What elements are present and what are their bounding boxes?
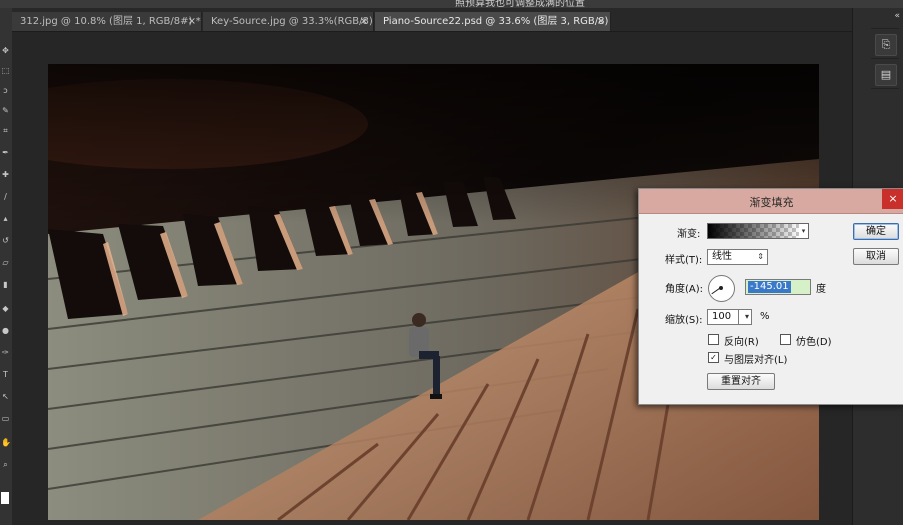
cancel-button[interactable]: 取消 [853,248,899,265]
crop-tool-icon[interactable]: ⌗ [1,126,10,135]
dodge-tool-icon[interactable]: ● [1,326,10,335]
hand-tool-icon[interactable]: ✋ [1,438,11,447]
angle-input[interactable]: -145.01 [745,279,811,295]
chevron-down-icon: ▾ [744,312,749,321]
gradient-fill-dialog: 渐变填充 × 渐变: ▾ 样式(T): 线性 ⇕ 角度(A): -145.01 … [638,188,903,405]
eraser-tool-icon[interactable]: ▱ [1,258,10,267]
pen-tool-icon[interactable]: ✑ [1,348,10,357]
updown-arrows-icon: ⇕ [757,252,764,261]
dialog-titlebar[interactable]: 渐变填充 × [639,189,903,214]
scale-value: 100 [712,311,732,322]
gradient-label: 渐变: [677,229,701,240]
dither-checkbox[interactable] [780,334,791,345]
align-with-layer-checkbox[interactable]: ✓ [708,352,719,363]
divider [871,58,899,59]
reset-align-button[interactable]: 重置对齐 [707,373,775,390]
brush-tool-icon[interactable]: ∕ [1,192,10,201]
divider [871,88,899,89]
healing-tool-icon[interactable]: ✚ [1,170,10,179]
scale-unit: % [760,311,770,322]
close-tab-icon[interactable]: × [360,12,368,31]
scale-dropdown[interactable]: ▾ [738,309,752,325]
window-titlebar: 照预算我也可调整成满的位置 [0,0,903,8]
ok-button[interactable]: 确定 [853,223,899,240]
dialog-title: 渐变填充 [749,196,794,209]
type-tool-icon[interactable]: T [1,370,10,379]
properties-panel-icon[interactable]: ▤ [875,64,897,86]
history-panel-icon[interactable]: ⎘ [875,34,897,56]
eyedropper-tool-icon[interactable]: ✒ [1,148,10,157]
tab-label: Piano-Source22.psd @ 33.6% (图层 3, RGB/8)… [383,16,611,27]
divider [871,28,899,29]
chevron-down-icon[interactable]: ▾ [799,223,809,239]
style-select[interactable]: 线性 ⇕ [707,249,768,265]
document-tabs: 312.jpg @ 10.8% (图层 1, RGB/8#) * × Key-S… [12,8,852,32]
gradient-tool-icon[interactable]: ▮ [1,280,10,289]
style-label: 样式(T): [665,255,703,266]
path-select-tool-icon[interactable]: ↖ [1,392,10,401]
marquee-tool-icon[interactable]: ⬚ [1,66,10,75]
angle-value: -145.01 [748,281,791,293]
stamp-tool-icon[interactable]: ▴ [1,214,10,223]
scale-input[interactable]: 100 [707,309,739,325]
blur-tool-icon[interactable]: ◆ [1,304,10,313]
lasso-tool-icon[interactable]: ↄ [1,86,10,95]
tab-label: Key-Source.jpg @ 33.3%(RGB/8) [211,16,373,27]
quick-select-tool-icon[interactable]: ✎ [1,106,10,115]
collapse-panels-icon[interactable]: « [894,11,900,21]
gradient-swatch[interactable] [707,223,801,239]
zoom-tool-icon[interactable]: ⌕ [1,460,10,469]
angle-unit: 度 [816,284,826,295]
scale-label: 缩放(S): [665,315,703,326]
tab-label: 312.jpg @ 10.8% (图层 1, RGB/8#) * [20,16,201,27]
close-icon[interactable]: × [882,189,903,209]
dial-needle [711,287,721,295]
shape-tool-icon[interactable]: ▭ [1,414,10,423]
close-tab-icon[interactable]: × [597,12,605,31]
history-brush-tool-icon[interactable]: ↺ [1,236,10,245]
background-color-swatch[interactable] [1,492,9,504]
close-tab-icon[interactable]: × [188,12,196,31]
window-title: 照预算我也可调整成满的位置 [455,0,585,8]
tab-312-jpg[interactable]: 312.jpg @ 10.8% (图层 1, RGB/8#) * × [12,12,202,31]
angle-dial[interactable] [708,275,735,302]
move-tool-icon[interactable]: ✥ [1,46,10,55]
angle-label: 角度(A): [665,284,704,295]
dither-label: 仿色(D) [796,337,832,348]
tab-key-source[interactable]: Key-Source.jpg @ 33.3%(RGB/8) × [203,12,374,31]
reverse-checkbox[interactable] [708,334,719,345]
style-value: 线性 [712,251,732,262]
reverse-label: 反向(R) [724,337,759,348]
align-with-layer-label: 与图层对齐(L) [724,355,788,366]
tab-piano-source[interactable]: Piano-Source22.psd @ 33.6% (图层 3, RGB/8)… [375,12,611,31]
